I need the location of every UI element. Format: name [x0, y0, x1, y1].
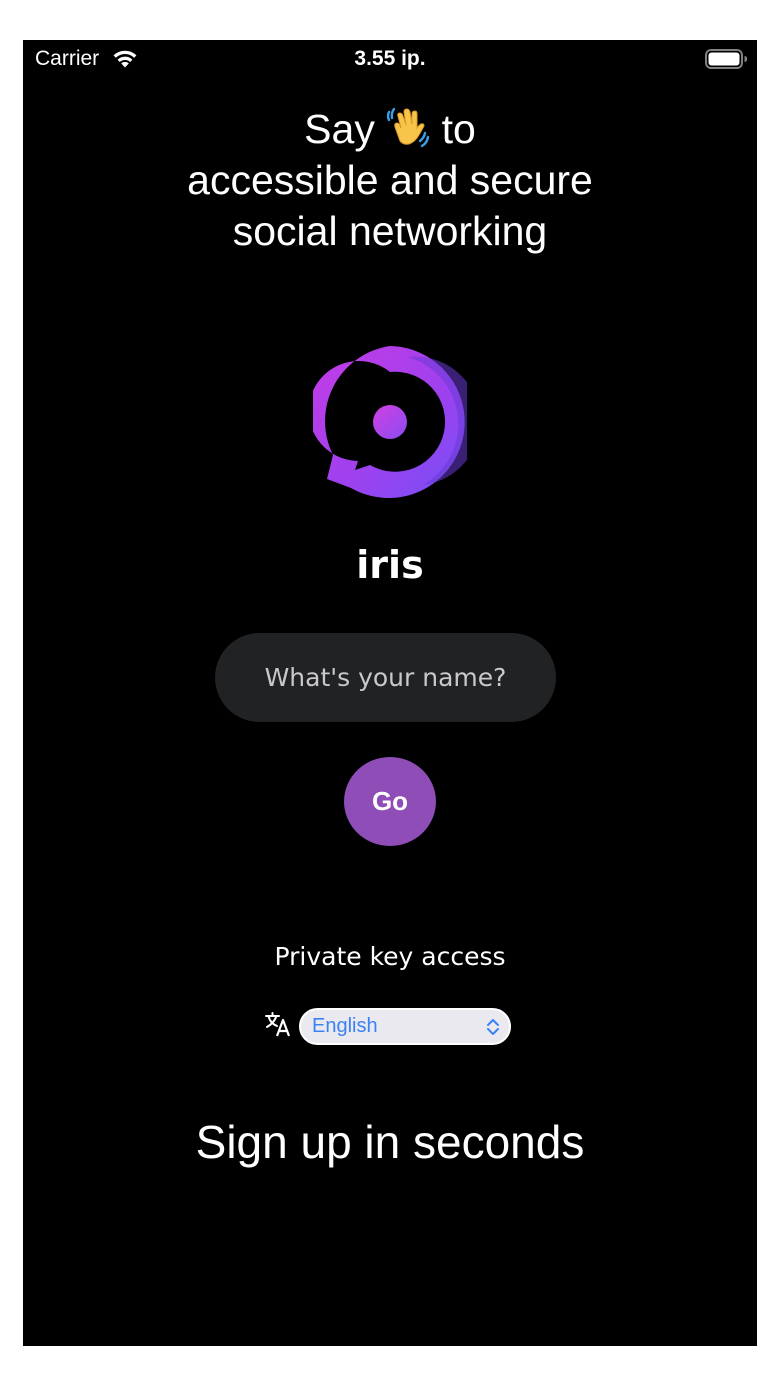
app-screen: Carrier 3.55 ip. Say to accessible and s…	[23, 40, 757, 1346]
headline: Say to accessible and secure social netw…	[140, 104, 640, 257]
headline-say: Say	[304, 106, 387, 152]
status-bar: Carrier 3.55 ip.	[23, 40, 757, 80]
waving-hand-icon	[387, 107, 430, 148]
iris-logo	[313, 346, 467, 498]
go-button[interactable]: Go	[344, 757, 436, 846]
app-name: iris	[356, 543, 424, 587]
status-time: 3.55 ip.	[354, 47, 426, 70]
battery-full-icon	[705, 49, 747, 69]
name-input[interactable]	[215, 633, 556, 722]
language-selected-value: English	[312, 1015, 378, 1037]
translate-icon	[265, 1012, 291, 1037]
headline-rest: accessible and secure social networking	[187, 157, 593, 254]
headline-to: to	[430, 106, 476, 152]
language-select[interactable]: English	[299, 1008, 511, 1045]
chevron-updown-icon	[487, 1019, 499, 1035]
private-key-access-link[interactable]: Private key access	[23, 942, 757, 971]
signup-text: Sign up in seconds	[195, 1116, 585, 1168]
